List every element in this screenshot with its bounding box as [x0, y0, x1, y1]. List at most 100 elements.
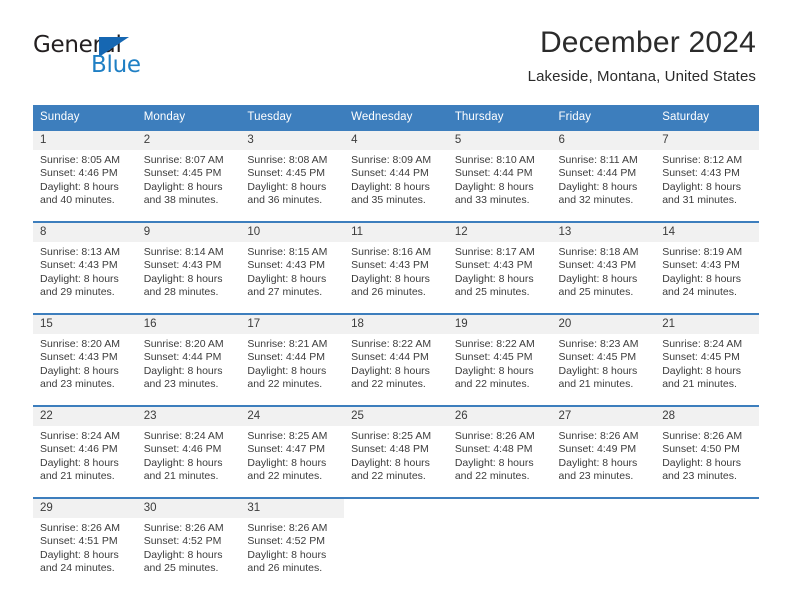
sunset-time: Sunset: 4:52 PM — [247, 535, 326, 548]
day-number: 14 — [655, 223, 759, 242]
sunrise-time: Sunrise: 8:26 AM — [454, 430, 535, 442]
day-details: Sunrise: 8:26 AM Sunset: 4:48 PM Daylight:… — [448, 426, 552, 484]
calendar-day-cell[interactable]: 7 Sunrise: 8:12 AM Sunset: 4:43 PM Daylight… — [655, 129, 759, 222]
day-number: 27 — [551, 407, 656, 426]
day-number: 31 — [240, 499, 345, 518]
sunset-time: Sunset: 4:48 PM — [454, 443, 533, 456]
calendar-day-cell[interactable]: 9 Sunrise: 8:14 AM Sunset: 4:43 PM Daylight… — [136, 221, 241, 314]
day-number: 8 — [33, 223, 137, 242]
daylight-duration-line2: and 22 minutes. — [351, 378, 426, 391]
calendar-day-cell[interactable]: 1 Sunrise: 8:05 AM Sunset: 4:46 PM Daylight… — [33, 129, 137, 222]
sunrise-time: Sunrise: 8:18 AM — [558, 246, 639, 258]
daylight-duration-line1: Daylight: 8 hours — [558, 180, 638, 193]
sunset-time: Sunset: 4:46 PM — [143, 443, 222, 456]
calendar-day-cell[interactable]: 23 Sunrise: 8:24 AM Sunset: 4:46 PM Dayligh… — [136, 405, 241, 498]
calendar-week-row: 29 Sunrise: 8:26 AM Sunset: 4:51 PM Dayligh… — [33, 497, 759, 585]
day-number: 15 — [33, 315, 137, 334]
day-number: 16 — [136, 315, 241, 334]
daylight-duration-line2: and 22 minutes. — [351, 470, 426, 483]
day-number: 10 — [240, 223, 345, 242]
calendar-day-cell[interactable]: 11 Sunrise: 8:16 AM Sunset: 4:43 PM Dayligh… — [344, 221, 448, 314]
sunrise-time: Sunrise: 8:11 AM — [558, 154, 638, 166]
calendar-day-cell[interactable]: 6 Sunrise: 8:11 AM Sunset: 4:44 PM Daylight… — [551, 129, 656, 222]
calendar-day-cell[interactable]: 30 Sunrise: 8:26 AM Sunset: 4:52 PM Dayligh… — [136, 497, 241, 585]
calendar-day-cell[interactable]: 12 Sunrise: 8:17 AM Sunset: 4:43 PM Dayligh… — [447, 221, 552, 314]
daylight-duration-line1: Daylight: 8 hours — [558, 456, 638, 469]
calendar-day-cell[interactable]: 5 Sunrise: 8:10 AM Sunset: 4:44 PM Daylight… — [447, 129, 552, 222]
day-number — [551, 499, 656, 518]
day-number: 19 — [447, 315, 552, 334]
sunset-time: Sunset: 4:50 PM — [662, 443, 740, 456]
calendar-day-cell[interactable]: 26 Sunrise: 8:26 AM Sunset: 4:48 PM Dayligh… — [447, 405, 552, 498]
calendar-day-cell[interactable]: 8 Sunrise: 8:13 AM Sunset: 4:43 PM Daylight… — [33, 221, 137, 314]
daylight-duration-line1: Daylight: 8 hours — [351, 272, 430, 285]
calendar-day-cell[interactable]: 28 Sunrise: 8:26 AM Sunset: 4:50 PM Dayligh… — [655, 405, 759, 498]
sunrise-time: Sunrise: 8:22 AM — [454, 338, 535, 350]
day-details: Sunrise: 8:21 AM Sunset: 4:44 PM Daylight:… — [240, 334, 344, 392]
sunset-time: Sunset: 4:48 PM — [351, 443, 429, 456]
sunrise-time: Sunrise: 8:24 AM — [40, 430, 120, 442]
sunrise-time: Sunrise: 8:20 AM — [143, 338, 224, 350]
calendar-day-cell[interactable]: 24 Sunrise: 8:25 AM Sunset: 4:47 PM Dayligh… — [240, 405, 345, 498]
calendar-day-cell[interactable]: 10 Sunrise: 8:15 AM Sunset: 4:43 PM Dayligh… — [240, 221, 345, 314]
day-details: Sunrise: 8:17 AM Sunset: 4:43 PM Daylight:… — [448, 242, 552, 300]
calendar-day-cell[interactable]: 2 Sunrise: 8:07 AM Sunset: 4:45 PM Daylight… — [136, 129, 241, 222]
calendar-day-cell[interactable]: 4 Sunrise: 8:09 AM Sunset: 4:44 PM Daylight… — [344, 129, 448, 222]
daylight-duration-line1: Daylight: 8 hours — [143, 456, 223, 469]
daylight-duration-line1: Daylight: 8 hours — [247, 364, 327, 377]
day-details: Sunrise: 8:14 AM Sunset: 4:43 PM Daylight:… — [137, 242, 241, 300]
sunset-time: Sunset: 4:44 PM — [143, 351, 222, 364]
weekday-header-monday: Monday — [136, 105, 241, 130]
day-number: 12 — [447, 223, 552, 242]
weekday-header-wednesday: Wednesday — [344, 105, 448, 130]
calendar-day-cell[interactable]: 17 Sunrise: 8:21 AM Sunset: 4:44 PM Dayligh… — [240, 313, 345, 406]
calendar-day-cell[interactable]: 14 Sunrise: 8:19 AM Sunset: 4:43 PM Dayligh… — [655, 221, 759, 314]
day-number: 21 — [655, 315, 759, 334]
day-details — [552, 518, 656, 522]
daylight-duration-line1: Daylight: 8 hours — [40, 456, 119, 469]
day-number: 17 — [240, 315, 345, 334]
daylight-duration-line2: and 21 minutes. — [662, 378, 737, 391]
calendar-week-row: 8 Sunrise: 8:13 AM Sunset: 4:43 PM Daylight… — [33, 221, 759, 314]
calendar-day-cell[interactable]: 21 Sunrise: 8:24 AM Sunset: 4:45 PM Dayligh… — [655, 313, 759, 406]
calendar-day-cell-empty — [447, 497, 552, 585]
daylight-duration-line1: Daylight: 8 hours — [351, 364, 430, 377]
day-number — [344, 499, 448, 518]
daylight-duration-line1: Daylight: 8 hours — [558, 272, 638, 285]
sunset-time: Sunset: 4:43 PM — [662, 167, 740, 180]
calendar-day-cell[interactable]: 3 Sunrise: 8:08 AM Sunset: 4:45 PM Daylight… — [240, 129, 345, 222]
daylight-duration-line1: Daylight: 8 hours — [454, 364, 534, 377]
daylight-duration-line2: and 22 minutes. — [454, 470, 530, 483]
calendar-day-cell[interactable]: 20 Sunrise: 8:23 AM Sunset: 4:45 PM Dayligh… — [551, 313, 656, 406]
calendar-day-cell[interactable]: 13 Sunrise: 8:18 AM Sunset: 4:43 PM Dayligh… — [551, 221, 656, 314]
calendar-day-cell[interactable]: 15 Sunrise: 8:20 AM Sunset: 4:43 PM Dayligh… — [33, 313, 137, 406]
sunset-time: Sunset: 4:44 PM — [454, 167, 533, 180]
sunset-time: Sunset: 4:43 PM — [558, 259, 637, 272]
sunrise-time: Sunrise: 8:17 AM — [454, 246, 535, 258]
sunrise-time: Sunrise: 8:10 AM — [454, 154, 535, 166]
day-details: Sunrise: 8:05 AM Sunset: 4:46 PM Daylight:… — [33, 150, 137, 208]
day-number: 30 — [136, 499, 241, 518]
calendar-day-cell[interactable]: 18 Sunrise: 8:22 AM Sunset: 4:44 PM Dayligh… — [344, 313, 448, 406]
day-number: 6 — [551, 131, 656, 150]
calendar-day-cell[interactable]: 27 Sunrise: 8:26 AM Sunset: 4:49 PM Dayligh… — [551, 405, 656, 498]
calendar-day-cell[interactable]: 22 Sunrise: 8:24 AM Sunset: 4:46 PM Dayligh… — [33, 405, 137, 498]
sunrise-time: Sunrise: 8:22 AM — [351, 338, 432, 350]
calendar-day-cell[interactable]: 31 Sunrise: 8:26 AM Sunset: 4:52 PM Dayligh… — [240, 497, 345, 585]
calendar-day-cell[interactable]: 25 Sunrise: 8:25 AM Sunset: 4:48 PM Dayligh… — [344, 405, 448, 498]
daylight-duration-line1: Daylight: 8 hours — [143, 272, 223, 285]
day-number: 3 — [240, 131, 345, 150]
calendar-day-cell[interactable]: 16 Sunrise: 8:20 AM Sunset: 4:44 PM Dayligh… — [136, 313, 241, 406]
day-details: Sunrise: 8:15 AM Sunset: 4:43 PM Daylight:… — [240, 242, 344, 300]
daylight-duration-line2: and 40 minutes. — [40, 194, 115, 207]
calendar-day-cell[interactable]: 29 Sunrise: 8:26 AM Sunset: 4:51 PM Dayligh… — [33, 497, 137, 585]
sunrise-time: Sunrise: 8:26 AM — [247, 522, 328, 534]
day-number: 26 — [447, 407, 552, 426]
daylight-duration-line1: Daylight: 8 hours — [662, 180, 742, 193]
calendar-day-cell[interactable]: 19 Sunrise: 8:22 AM Sunset: 4:45 PM Dayligh… — [447, 313, 552, 406]
day-details — [344, 518, 448, 522]
daylight-duration-line2: and 27 minutes. — [247, 286, 323, 299]
daylight-duration-line1: Daylight: 8 hours — [662, 456, 742, 469]
sunrise-time: Sunrise: 8:25 AM — [351, 430, 432, 442]
sunrise-time: Sunrise: 8:19 AM — [662, 246, 743, 258]
